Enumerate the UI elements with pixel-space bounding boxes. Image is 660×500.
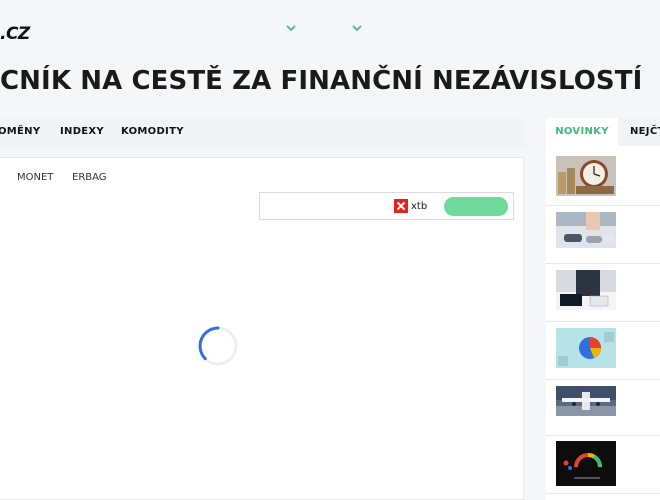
menu-item-indexy[interactable]: INDEXY bbox=[60, 126, 104, 137]
airplane-thumbnail-icon bbox=[556, 386, 616, 416]
news-item[interactable] bbox=[546, 436, 660, 494]
laptop-calculator-thumbnail-icon bbox=[556, 270, 616, 310]
xtb-ad-banner[interactable]: xtb bbox=[259, 192, 514, 220]
credit-score-gauge-thumbnail-icon bbox=[556, 441, 616, 486]
loading-spinner-icon bbox=[198, 326, 238, 366]
sidebar-tabs: NOVINKY NEJČTĚ bbox=[546, 118, 660, 146]
news-item[interactable] bbox=[546, 148, 660, 206]
clock-coins-thumbnail-icon bbox=[556, 156, 616, 196]
menu-item-komodity[interactable]: KOMODITY bbox=[121, 126, 184, 137]
quotes-panel: MONET ERBAG xtb bbox=[0, 157, 524, 500]
top-bar: .CZ bbox=[0, 0, 660, 60]
tab-erbag[interactable]: ERBAG bbox=[72, 172, 107, 183]
menu-item-meny[interactable]: OMĚNY bbox=[0, 126, 40, 137]
ad-cta-button[interactable] bbox=[444, 197, 508, 216]
xtb-logo: xtb bbox=[394, 199, 427, 213]
chevron-down-icon[interactable] bbox=[351, 22, 363, 34]
pie-chart-thumbnail-icon bbox=[556, 328, 616, 368]
chevron-down-icon[interactable] bbox=[285, 22, 297, 34]
page-headline: CNÍK NA CESTĚ ZA FINANČNÍ NEZÁVISLOSTÍ bbox=[0, 66, 643, 96]
tab-novinky[interactable]: NOVINKY bbox=[546, 118, 618, 146]
news-item[interactable] bbox=[546, 206, 660, 264]
tab-monet[interactable]: MONET bbox=[17, 172, 53, 183]
news-item[interactable] bbox=[546, 322, 660, 380]
category-menu: OMĚNY INDEXY KOMODITY bbox=[0, 118, 526, 148]
news-item[interactable] bbox=[546, 380, 660, 436]
news-item[interactable] bbox=[546, 264, 660, 322]
car-keys-thumbnail-icon bbox=[556, 212, 616, 248]
xtb-brand-text: xtb bbox=[411, 200, 428, 212]
tab-nejctenejsi[interactable]: NEJČTĚ bbox=[630, 118, 660, 146]
xtb-mark-icon bbox=[394, 199, 408, 213]
site-logo[interactable]: .CZ bbox=[0, 24, 30, 44]
news-sidebar: NOVINKY NEJČTĚ bbox=[546, 118, 660, 500]
